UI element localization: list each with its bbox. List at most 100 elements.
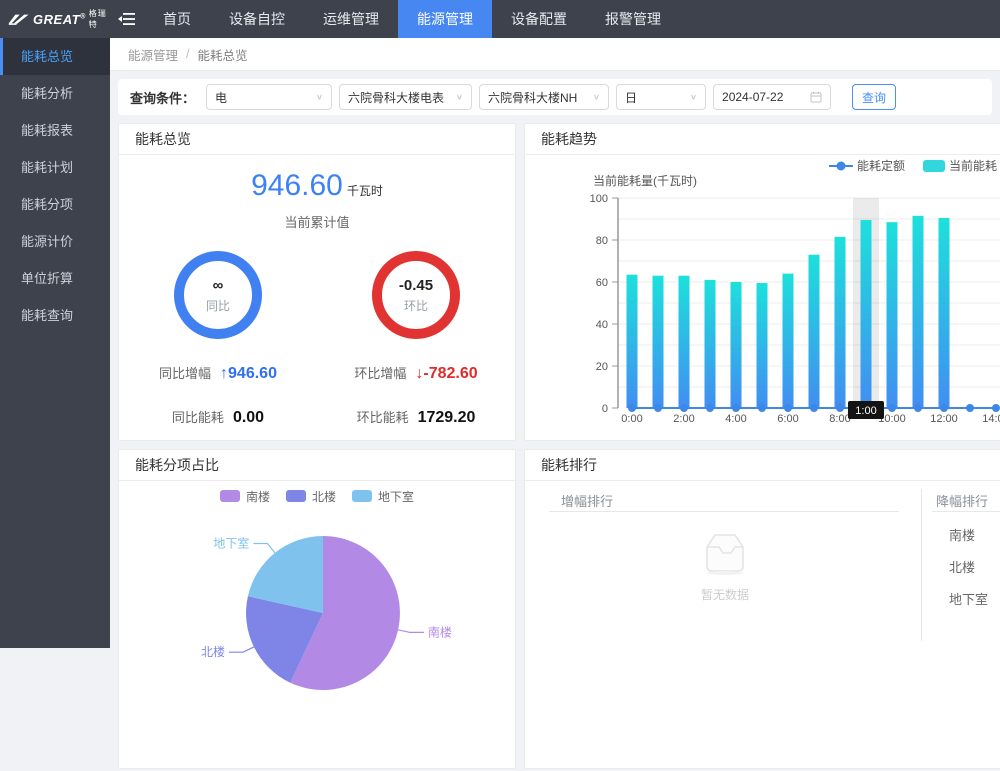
overview-card-title: 能耗总览	[119, 124, 515, 155]
svg-text:80: 80	[596, 235, 608, 247]
sidebar-item-5[interactable]: 能源计价	[0, 223, 110, 260]
ring-yoy: ∞同比	[174, 251, 262, 339]
nav-item-3[interactable]: 能源管理	[398, 0, 492, 38]
stat-1: 环比增幅↓-782.60	[317, 363, 515, 383]
bar-1:00[interactable]	[653, 276, 664, 408]
bar-10:00[interactable]	[887, 222, 898, 408]
line-dot-7:00[interactable]	[810, 404, 818, 412]
legend-label: 南楼	[246, 488, 270, 505]
svg-text:当前能耗量(千瓦时): 当前能耗量(千瓦时)	[593, 173, 697, 188]
bar-12:00[interactable]	[939, 218, 950, 408]
sidebar: 能耗总览能耗分析能耗报表能耗计划能耗分项能源计价单位折算能耗查询	[0, 38, 110, 648]
sidebar-item-1[interactable]: 能耗分析	[0, 75, 110, 112]
pie-legend: 南楼北楼 地下室	[119, 481, 515, 511]
comparison-rings: ∞同比-0.45环比	[119, 251, 515, 339]
bar-2:00[interactable]	[679, 276, 690, 408]
pie-card: 能耗分项占比 南楼北楼地下室 南楼北楼地下室	[118, 449, 516, 769]
bar-3:00[interactable]	[705, 280, 716, 408]
bar-11:00[interactable]	[913, 216, 924, 408]
line-dot-11:00[interactable]	[914, 404, 922, 412]
bar-9:00[interactable]	[861, 220, 872, 408]
query-button[interactable]: 查询	[852, 84, 896, 110]
line-dot-8:00[interactable]	[836, 404, 844, 412]
select-meter[interactable]: 六院骨科大楼电表 ∨	[339, 84, 472, 110]
select-energy-type-value: 电	[215, 89, 227, 106]
stat-label: 环比增幅	[354, 363, 406, 382]
select-granularity[interactable]: 日∨	[616, 84, 706, 110]
pie-legend-item-1[interactable]: 北楼	[286, 488, 336, 505]
line-dot-12:00[interactable]	[940, 404, 948, 412]
pie-chart[interactable]: 南楼北楼地下室	[119, 511, 515, 768]
empty-state: 暂无数据	[655, 529, 795, 603]
svg-text:2:00: 2:00	[673, 413, 694, 425]
top-navbar: GREAT® 格瑞特 首页设备自控运维管理能源管理设备配置报警管理	[0, 0, 1000, 38]
bar-7:00[interactable]	[809, 255, 820, 408]
sidebar-item-7[interactable]: 能耗查询	[0, 297, 110, 334]
line-dot-2:00[interactable]	[680, 404, 688, 412]
trend-card: 能耗趋势 0204060801000:002:004:006:008:0010:…	[524, 123, 1000, 441]
nav-item-0[interactable]: 首页	[144, 0, 210, 38]
filter-selects: 电∨六院骨科大楼电表∨六院骨科大楼NH∨日∨	[206, 84, 706, 110]
calendar-icon	[810, 91, 822, 103]
bar-5:00[interactable]	[757, 283, 768, 408]
nav-item-2[interactable]: 运维管理	[304, 0, 398, 38]
breadcrumb: 能源管理 / 能耗总览	[110, 38, 1000, 71]
chevron-down-icon: ∨	[456, 93, 463, 102]
select-node[interactable]: 六院骨科大楼NH ∨	[479, 84, 609, 110]
legend-label: 地下室	[378, 488, 414, 505]
svg-text:6:00: 6:00	[777, 413, 798, 425]
svg-text:12:00: 12:00	[930, 413, 958, 425]
select-energy-type[interactable]: 电∨	[206, 84, 332, 110]
sidebar-item-6[interactable]: 单位折算	[0, 260, 110, 297]
line-dot-4:00[interactable]	[732, 404, 740, 412]
total-consumption-caption: 当前累计值	[119, 212, 515, 231]
trend-chart[interactable]: 0204060801000:002:004:006:008:0010:0012:…	[525, 155, 1000, 440]
rank-decrease-title: 降幅排行	[936, 491, 988, 510]
total-consumption-unit: 千瓦时	[347, 184, 383, 198]
nav-item-4[interactable]: 设备配置	[492, 0, 586, 38]
line-dot-6:00[interactable]	[784, 404, 792, 412]
svg-text:0: 0	[602, 403, 608, 415]
breadcrumb-current: 能耗总览	[198, 45, 248, 64]
svg-text:8:00: 8:00	[829, 413, 850, 425]
date-picker[interactable]: 2024-07-22	[713, 84, 831, 110]
select-node-value: 六院骨科大楼NH	[488, 89, 577, 106]
stat-value: 1729.20	[418, 409, 476, 427]
menu-fold-icon[interactable]	[110, 0, 144, 38]
bar-8:00[interactable]	[835, 237, 846, 408]
nav-item-1[interactable]: 设备自控	[210, 0, 304, 38]
svg-text:40: 40	[596, 319, 608, 331]
bar-4:00[interactable]	[731, 282, 742, 408]
sidebar-item-3[interactable]: 能耗计划	[0, 149, 110, 186]
stat-label: 同比能耗	[172, 407, 224, 426]
rank-item-0[interactable]: 南楼	[949, 525, 975, 544]
svg-text:4:00: 4:00	[725, 413, 746, 425]
select-meter-value: 六院骨科大楼电表	[348, 89, 444, 106]
bar-6:00[interactable]	[783, 274, 794, 408]
bar-0:00[interactable]	[627, 275, 638, 408]
line-dot-13:00[interactable]	[966, 404, 974, 412]
chevron-down-icon: ∨	[316, 93, 323, 102]
line-dot-14:00[interactable]	[992, 404, 1000, 412]
sidebar-item-0[interactable]: 能耗总览	[0, 38, 110, 75]
pie-legend-item-0[interactable]: 南楼	[220, 488, 270, 505]
line-dot-1:00[interactable]	[654, 404, 662, 412]
rank-item-2[interactable]: 地下室	[949, 589, 988, 608]
breadcrumb-separator: /	[186, 47, 189, 61]
pie-label-地下室: 地下室	[213, 536, 249, 551]
legend-swatch	[286, 490, 306, 502]
svg-text:能耗定额: 能耗定额	[857, 158, 905, 173]
chevron-down-icon: ∨	[593, 93, 600, 102]
svg-text:0:00: 0:00	[621, 413, 642, 425]
line-dot-3:00[interactable]	[706, 404, 714, 412]
brand-reg: ®	[80, 13, 86, 20]
rank-item-1[interactable]: 北楼	[949, 557, 975, 576]
line-dot-5:00[interactable]	[758, 404, 766, 412]
sidebar-item-4[interactable]: 能耗分项	[0, 186, 110, 223]
breadcrumb-parent[interactable]: 能源管理	[128, 45, 178, 64]
line-dot-0:00[interactable]	[628, 404, 636, 412]
sidebar-item-2[interactable]: 能耗报表	[0, 112, 110, 149]
pie-legend-item-2[interactable]: 地下室	[352, 488, 414, 505]
line-dot-10:00[interactable]	[888, 404, 896, 412]
nav-item-5[interactable]: 报警管理	[586, 0, 680, 38]
